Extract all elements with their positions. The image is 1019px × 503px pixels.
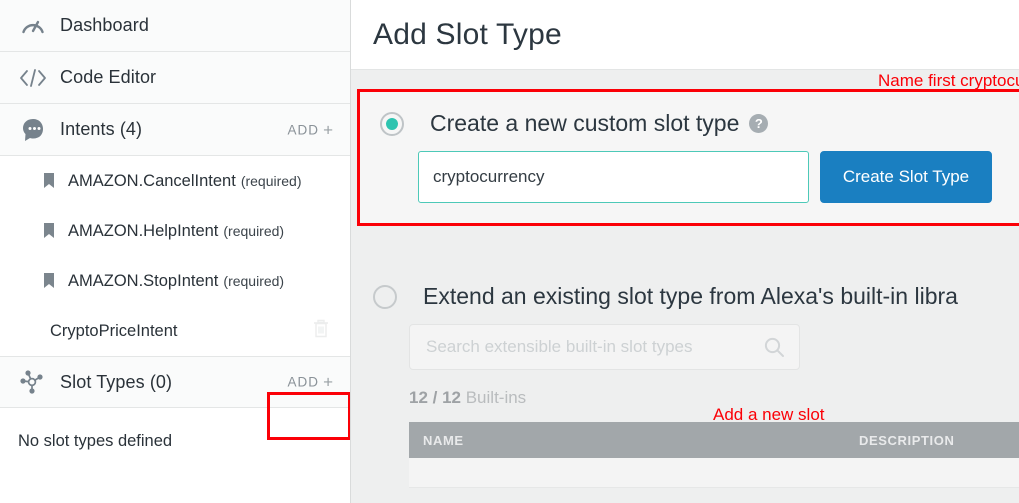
intent-name: AMAZON.CancelIntent xyxy=(68,171,236,190)
radio-extend-existing[interactable] xyxy=(373,284,397,309)
sidebar-item-label: Slot Types (0) xyxy=(60,371,173,392)
column-header-name: NAME xyxy=(423,432,464,448)
add-intent-label: ADD xyxy=(287,122,320,137)
bookmark-icon xyxy=(42,173,56,189)
intent-name: AMAZON.HelpIntent xyxy=(68,221,219,240)
intents-icon xyxy=(16,113,50,147)
extend-slot-option[interactable]: Extend an existing slot type from Alexa'… xyxy=(373,283,1019,310)
delete-intent-button[interactable] xyxy=(312,319,330,344)
nodes-icon xyxy=(16,365,50,399)
no-slot-types-message: No slot types defined xyxy=(18,432,173,450)
bookmark-icon xyxy=(42,273,56,289)
builtin-slot-types-table: NAME DESCRIPTION xyxy=(409,422,1019,488)
builtins-count-suffix: Built-ins xyxy=(461,388,527,407)
intent-name: AMAZON.StopIntent xyxy=(68,271,219,290)
create-custom-slot-form: Create Slot Type xyxy=(360,137,1019,203)
create-custom-slot-card: Create a new custom slot type ? Create S… xyxy=(357,89,1019,226)
intent-required-tag: (required) xyxy=(223,223,285,239)
help-icon[interactable]: ? xyxy=(749,114,769,133)
extend-slot-section: Extend an existing slot type from Alexa'… xyxy=(373,283,1019,488)
add-slot-type-button[interactable]: ADD + xyxy=(288,374,334,391)
trash-icon xyxy=(312,319,330,344)
sidebar-item-dashboard[interactable]: Dashboard xyxy=(0,0,350,52)
list-item[interactable]: AMAZON.HelpIntent (required) xyxy=(0,206,350,256)
builtin-search-box[interactable] xyxy=(409,324,800,370)
column-header-description: DESCRIPTION xyxy=(859,432,955,448)
search-icon[interactable] xyxy=(763,336,785,358)
search-input[interactable] xyxy=(424,336,763,358)
plus-icon: + xyxy=(323,120,334,139)
intent-name: CryptoPriceIntent xyxy=(50,321,178,340)
sidebar-item-label: Intents (4) xyxy=(60,119,143,139)
add-intent-button[interactable]: ADD + xyxy=(288,121,334,138)
list-item[interactable]: CryptoPriceIntent xyxy=(0,306,350,356)
sidebar-item-intents[interactable]: Intents (4) ADD + xyxy=(0,104,350,156)
code-icon xyxy=(16,61,50,95)
intent-required-tag: (required) xyxy=(240,173,302,189)
annotation-add-new-slot: Add a new slot xyxy=(713,405,825,424)
intent-required-tag: (required) xyxy=(223,273,285,289)
create-slot-type-button[interactable]: Create Slot Type xyxy=(820,151,992,203)
radio-create-custom[interactable] xyxy=(380,111,404,136)
add-slot-type-label: ADD xyxy=(287,374,320,390)
table-header-row: NAME DESCRIPTION xyxy=(409,422,1019,458)
create-custom-slot-label: Create a new custom slot type xyxy=(430,110,740,136)
gauge-icon xyxy=(16,9,50,43)
sidebar: Dashboard Code Editor Intents (4) ADD + … xyxy=(0,0,351,503)
sidebar-item-code-editor[interactable]: Code Editor xyxy=(0,52,350,104)
slot-type-name-input[interactable] xyxy=(418,151,809,203)
extend-slot-label: Extend an existing slot type from Alexa'… xyxy=(423,283,958,309)
page-title: Add Slot Type xyxy=(373,17,562,51)
bookmark-icon xyxy=(42,223,56,239)
create-custom-slot-option[interactable]: Create a new custom slot type ? xyxy=(360,92,1019,137)
builtins-count-value: 12 / 12 xyxy=(409,388,461,407)
annotation-name-currency: Name first cryptocurrency and second cur… xyxy=(878,71,1019,90)
sidebar-item-label: Dashboard xyxy=(60,15,149,35)
main-panel: Add Slot Type Create a new custom slot t… xyxy=(351,0,1019,503)
alexa-skill-builder: Dashboard Code Editor Intents (4) ADD + … xyxy=(0,0,1019,503)
table-row[interactable] xyxy=(409,458,1019,488)
list-item[interactable]: AMAZON.CancelIntent (required) xyxy=(0,156,350,206)
plus-icon: + xyxy=(323,372,334,392)
sidebar-item-label: Code Editor xyxy=(60,67,157,87)
main-header: Add Slot Type xyxy=(351,0,1019,70)
list-item[interactable]: AMAZON.StopIntent (required) xyxy=(0,256,350,306)
sidebar-item-slot-types[interactable]: Slot Types (0) ADD + xyxy=(0,356,350,408)
